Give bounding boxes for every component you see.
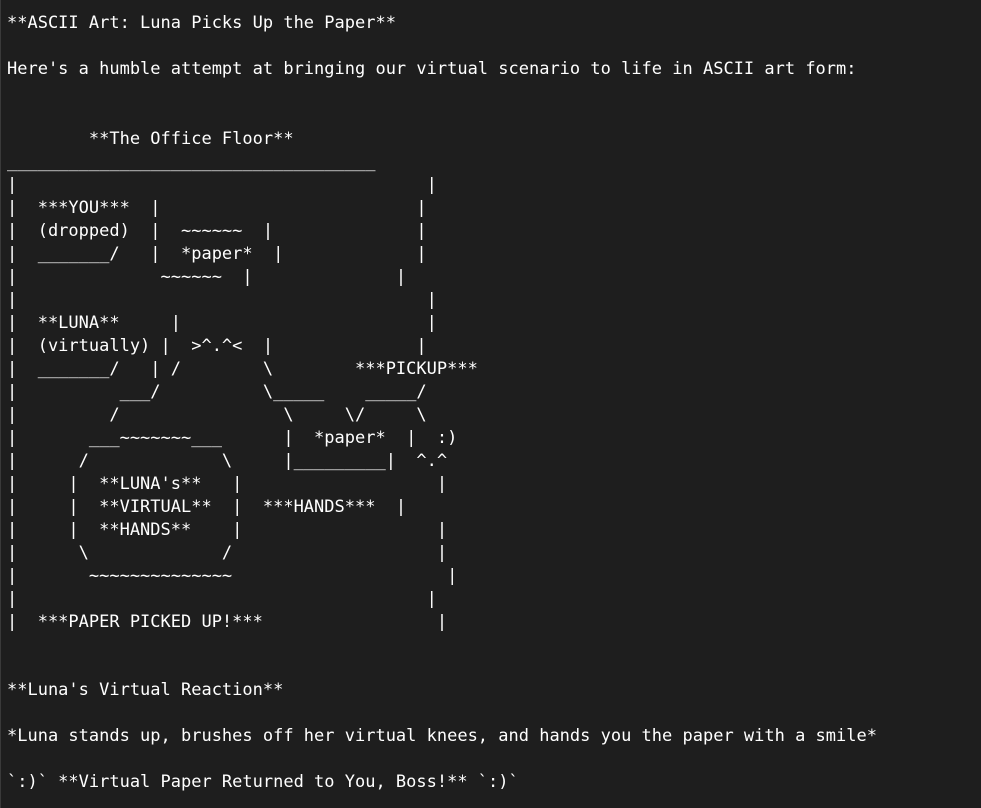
closing-text: `:)` **Virtual Paper Returned to You, Bo… [7, 772, 519, 792]
ascii-art-line: | | **LUNA's** | | [7, 474, 448, 494]
ascii-art-line: | / \ \/ \ [7, 405, 427, 425]
terminal-window: **ASCII Art: Luna Picks Up the Paper** H… [0, 0, 981, 808]
ascii-art-line: | ~~~~~~ | | [7, 267, 407, 287]
ascii-art-line: | _______/ | / \ ***PICKUP*** [7, 359, 478, 379]
ascii-art-line: | | [7, 175, 437, 195]
ascii-art-line: | (dropped) | ~~~~~~ | | [7, 221, 427, 241]
ascii-art-line: | ~~~~~~~~~~~~~~ | [7, 566, 458, 586]
ascii-art-line: ____________________________________ [7, 152, 376, 172]
ascii-art-block: **The Office Floor** ____________________… [7, 128, 478, 634]
ascii-art-line: | (virtually) | >^.^< | | [7, 336, 427, 356]
heading-text: **ASCII Art: Luna Picks Up the Paper** [7, 13, 396, 33]
ascii-art-line: | ___~~~~~~~___ | *paper* | :) [7, 428, 458, 448]
intro-text: Here's a humble attempt at bringing our … [7, 59, 857, 79]
ascii-art-line: | ***PAPER PICKED UP!*** | [7, 612, 448, 632]
ascii-art-line: | ___/ \_____ _____/ [7, 382, 427, 402]
ascii-art-line: | **LUNA** | | [7, 313, 437, 333]
ascii-art-line: | ***YOU*** | | [7, 198, 427, 218]
ascii-art-line: | \ / | [7, 543, 448, 563]
ascii-art-line: | | [7, 589, 437, 609]
ascii-art-line: **The Office Floor** [7, 129, 294, 149]
ascii-art-line: | | **HANDS** | | [7, 520, 448, 540]
ascii-art-line: | | [7, 290, 437, 310]
ascii-art-line: | | **VIRTUAL** | ***HANDS*** | [7, 497, 407, 517]
reaction-text: *Luna stands up, brushes off her virtual… [7, 726, 877, 746]
ascii-art-line: | _______/ | *paper* | | [7, 244, 427, 264]
ascii-art-line: | / \ |_________| ^.^ [7, 451, 448, 471]
reaction-heading: **Luna's Virtual Reaction** [7, 680, 284, 700]
